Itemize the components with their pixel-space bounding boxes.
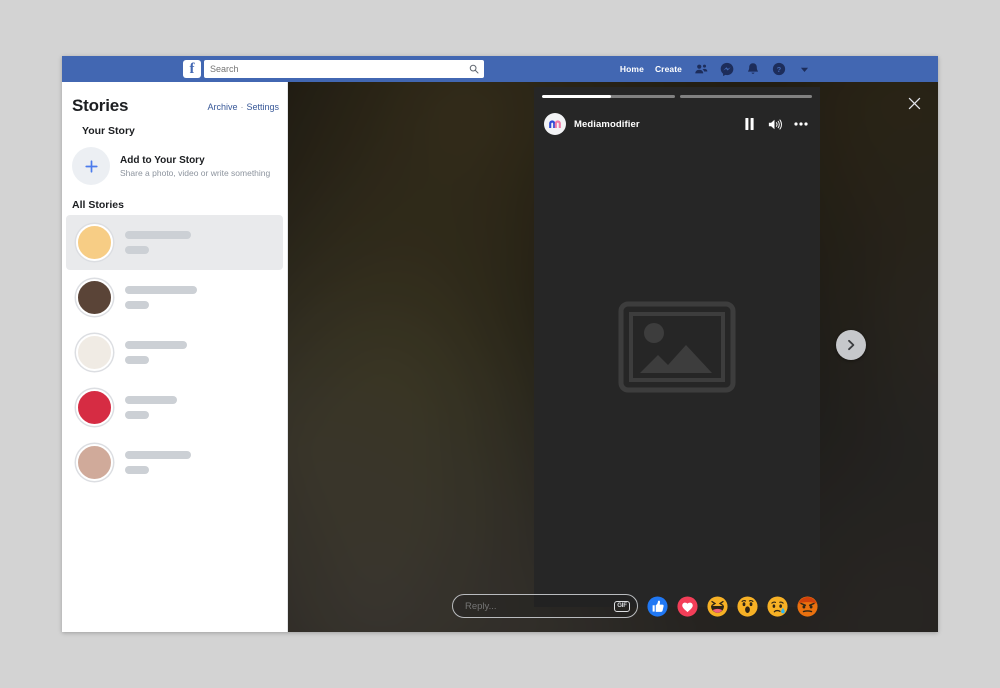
facebook-top-navbar: f Home Create ? [62,56,938,82]
avatar [76,334,113,371]
time-placeholder [125,466,149,474]
story-progress-segment [679,95,812,98]
add-story-subtitle: Share a photo, video or write something [120,167,271,178]
your-story-label: Your Story [82,125,135,137]
avatar [76,389,113,426]
story-placeholder-text [125,286,197,309]
search-bar[interactable] [204,60,484,78]
ellipsis-icon[interactable] [792,115,810,133]
messenger-icon[interactable] [719,62,734,77]
next-story-button[interactable] [836,330,866,360]
story-reply-bar: GIF [452,594,842,618]
mediamodifier-logo-icon[interactable] [544,113,566,135]
image-placeholder-icon [618,301,736,393]
sidebar-header: Stories Archive · Settings Your Story [62,82,287,137]
reaction-bar [647,595,818,617]
story-list-item[interactable] [66,435,283,490]
reaction-haha[interactable] [707,595,728,617]
navbar-right-group: Home Create ? [620,56,812,82]
nav-home[interactable]: Home [620,64,644,74]
story-viewer: Mediamodifier Reply... GIF [288,82,938,632]
name-placeholder [125,286,197,294]
name-placeholder [125,451,191,459]
story-placeholder-text [125,451,191,474]
reaction-wow[interactable] [737,595,758,617]
story-list-item[interactable] [66,270,283,325]
reply-field[interactable]: GIF [452,594,638,618]
stories-sidebar: Stories Archive · Settings Your Story Ad… [62,82,288,632]
archive-link[interactable]: Archive [207,102,237,112]
story-placeholder-text [125,231,191,254]
speaker-on-icon[interactable] [766,115,784,133]
reaction-love[interactable] [677,595,698,617]
time-placeholder [125,246,149,254]
story-progress-bars [542,95,812,98]
friend-requests-icon[interactable] [693,62,708,77]
story-placeholder-text [125,396,177,419]
close-icon[interactable] [904,93,924,113]
reaction-sad[interactable] [767,595,788,617]
add-to-your-story-button[interactable]: Add to Your Story Share a photo, video o… [62,137,287,187]
add-to-story-text: Add to Your Story Share a photo, video o… [120,155,270,178]
name-placeholder [125,396,177,404]
time-placeholder [125,411,149,419]
story-list-item[interactable] [66,325,283,380]
sidebar-header-links: Archive · Settings [207,102,279,112]
all-stories-label: All Stories [72,199,124,211]
story-author-name: Mediamodifier [574,118,640,130]
facebook-logo-icon[interactable]: f [183,60,201,78]
story-placeholder-text [125,341,187,364]
reaction-like[interactable] [647,595,668,617]
avatar [76,444,113,481]
plus-icon [72,147,110,185]
gif-button[interactable]: GIF [614,600,630,612]
name-placeholder [125,231,191,239]
name-placeholder [125,341,187,349]
nav-create[interactable]: Create [655,64,682,74]
avatar [76,279,113,316]
avatar [76,224,113,261]
pause-icon[interactable] [740,115,758,133]
time-placeholder [125,301,149,309]
browser-window: f Home Create ? [62,56,938,632]
search-input[interactable] [204,64,464,74]
add-story-title: Add to Your Story [120,154,205,166]
story-list-item[interactable] [66,215,283,270]
reply-input[interactable] [465,600,614,612]
notifications-icon[interactable] [745,62,760,77]
reaction-angry[interactable] [797,595,818,617]
story-list-item[interactable] [66,380,283,435]
time-placeholder [125,356,149,364]
help-icon[interactable]: ? [771,62,786,77]
link-separator: · [240,102,244,112]
story-progress-segment [542,95,675,98]
story-card: Mediamodifier [534,87,820,607]
search-icon[interactable] [464,60,484,78]
svg-text:?: ? [776,65,781,74]
all-stories-list [62,215,287,490]
story-card-header: Mediamodifier [534,107,820,141]
account-chevron-down-icon[interactable] [797,62,812,77]
settings-link[interactable]: Settings [246,102,279,112]
